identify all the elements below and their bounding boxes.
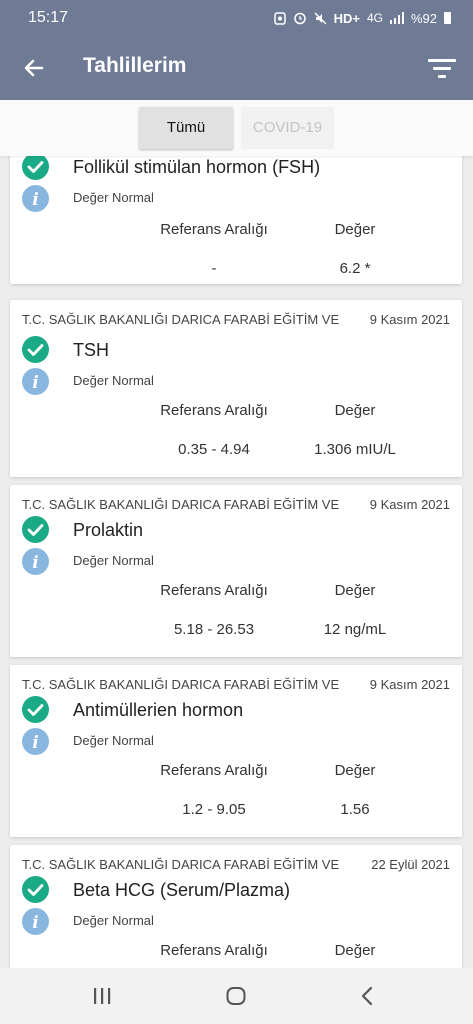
recents-icon[interactable]: [90, 986, 114, 1006]
result-status: Değer Normal: [73, 553, 154, 568]
svg-text:i: i: [32, 913, 38, 933]
check-icon: [22, 336, 49, 363]
reference-header: Referans Aralığı: [160, 942, 268, 959]
reference-range: 1.2 - 9.05: [182, 801, 246, 818]
status-time: 15:17: [28, 9, 69, 26]
svg-text:i: i: [32, 373, 38, 393]
result-status: Değer Normal: [73, 190, 154, 205]
result-status: Değer Normal: [73, 733, 154, 748]
hospital-name: T.C. SAĞLIK BAKANLIĞI DARICA FARABİ EĞİT…: [22, 312, 340, 327]
reference-header: Referans Aralığı: [160, 221, 268, 238]
results-list[interactable]: Follikül stimülan hormon (FSH) i Değer N…: [0, 156, 473, 968]
status-icons: HD+ 4G %92: [273, 10, 451, 26]
info-icon[interactable]: i: [22, 185, 49, 212]
value-header: Değer: [334, 221, 376, 238]
check-icon: [22, 696, 49, 723]
result-date: 9 Kasım 2021: [369, 312, 450, 327]
hospital-name: T.C. SAĞLIK BAKANLIĞI DARICA FARABİ EĞİT…: [22, 857, 340, 872]
result-card[interactable]: T.C. SAĞLIK BAKANLIĞI DARICA FARABİ EĞİT…: [10, 845, 462, 968]
reference-range: 0.35 - 4.94: [178, 441, 250, 458]
test-name: Prolaktin: [73, 520, 144, 540]
network-type: HD+: [333, 10, 360, 26]
value-header: Değer: [334, 942, 376, 959]
result-status: Değer Normal: [73, 913, 154, 928]
filter-icon[interactable]: [427, 56, 457, 80]
hospital-name: T.C. SAĞLIK BAKANLIĞI DARICA FARABİ EĞİT…: [22, 677, 340, 692]
system-nav-bar: [0, 968, 473, 1024]
mute-icon: [314, 11, 327, 25]
value-header: Değer: [334, 762, 376, 779]
tab-all[interactable]: Tümü: [139, 107, 233, 149]
result-value: 1.306 mIU/L: [314, 441, 396, 458]
svg-text:i: i: [32, 733, 38, 753]
battery-level: %92: [410, 10, 437, 26]
reference-header: Referans Aralığı: [160, 582, 268, 599]
battery-icon: [444, 12, 451, 24]
reference-range: -: [211, 260, 217, 277]
status-bar: 15:17 HD+ 4G %92: [0, 0, 473, 36]
result-date: 9 Kasım 2021: [369, 497, 450, 512]
page-title: Tahlillerim: [83, 54, 187, 77]
svg-text:i: i: [32, 190, 38, 210]
filter-tabs: Tümü COVID-19: [0, 100, 473, 156]
network-sub: 4G: [366, 11, 383, 25]
reference-header: Referans Aralığı: [160, 762, 268, 779]
value-header: Değer: [334, 582, 376, 599]
result-value: 6.2 *: [339, 260, 371, 277]
info-icon[interactable]: i: [22, 728, 49, 755]
test-name: TSH: [73, 340, 109, 360]
result-value: 12 ng/mL: [323, 621, 387, 638]
back-icon[interactable]: [356, 986, 380, 1006]
notification-icon: [273, 11, 286, 25]
info-icon[interactable]: i: [22, 368, 49, 395]
value-header: Değer: [334, 402, 376, 419]
check-icon: [22, 516, 49, 543]
info-icon[interactable]: i: [22, 908, 49, 935]
app-bar: Tahlillerim: [0, 36, 473, 100]
check-icon: [22, 156, 49, 180]
test-name: Follikül stimülan hormon (FSH): [73, 157, 321, 177]
reference-range: 5.18 - 26.53: [173, 621, 255, 638]
result-date: 9 Kasım 2021: [369, 677, 450, 692]
result-card[interactable]: T.C. SAĞLIK BAKANLIĞI DARICA FARABİ EĞİT…: [10, 300, 462, 477]
result-date: 22 Eylül 2021: [371, 857, 450, 872]
alarm-icon: [293, 12, 306, 25]
signal-icon: [389, 12, 404, 24]
result-card[interactable]: T.C. SAĞLIK BAKANLIĞI DARICA FARABİ EĞİT…: [10, 485, 462, 657]
result-status: Değer Normal: [73, 373, 154, 388]
hospital-name: T.C. SAĞLIK BAKANLIĞI DARICA FARABİ EĞİT…: [22, 497, 340, 512]
test-name: Beta HCG (Serum/Plazma): [73, 880, 291, 900]
home-icon[interactable]: [224, 986, 248, 1006]
arrow-left-icon[interactable]: [20, 54, 48, 82]
svg-text:i: i: [32, 553, 38, 573]
test-name: Antimüllerien hormon: [73, 700, 244, 720]
result-value: 1.56: [340, 801, 370, 818]
info-icon[interactable]: i: [22, 548, 49, 575]
result-card[interactable]: T.C. SAĞLIK BAKANLIĞI DARICA FARABİ EĞİT…: [10, 665, 462, 837]
tab-covid-19[interactable]: COVID-19: [241, 107, 334, 149]
reference-header: Referans Aralığı: [160, 402, 268, 419]
check-icon: [22, 876, 49, 903]
result-card[interactable]: Follikül stimülan hormon (FSH) i Değer N…: [10, 156, 462, 284]
